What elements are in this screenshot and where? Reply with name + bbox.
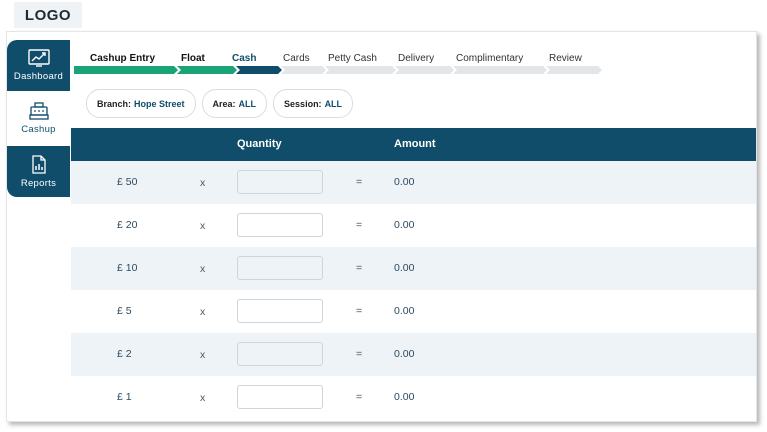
table-row: £ 10 x = 0.00: [71, 247, 756, 290]
multiply-sign: x: [200, 349, 206, 361]
session-filter[interactable]: Session: ALL: [273, 89, 354, 118]
step-cash[interactable]: Cash: [232, 53, 256, 64]
multiply-sign: x: [200, 263, 206, 275]
quantity-input[interactable]: [237, 256, 323, 280]
equals-sign: =: [356, 391, 363, 403]
cash-register-icon: [28, 102, 49, 120]
step-arrow-review: [546, 66, 602, 74]
step-cards[interactable]: Cards: [283, 53, 310, 64]
amount-header: Amount: [394, 138, 436, 150]
table-row: £ 5 x = 0.00: [71, 290, 756, 333]
quantity-input[interactable]: [237, 342, 323, 366]
sidebar-item-reports[interactable]: Reports: [7, 146, 70, 197]
branch-label: Branch:: [97, 98, 132, 109]
session-label: Session:: [284, 98, 322, 109]
quantity-input[interactable]: [237, 299, 323, 323]
amount-value: 0.00: [394, 176, 415, 188]
cash-denomination-table: Quantity Amount £ 50 x = 0.00 £ 20 x = 0…: [71, 128, 756, 419]
step-review[interactable]: Review: [549, 53, 582, 64]
multiply-sign: x: [200, 306, 206, 318]
equals-sign: =: [356, 348, 363, 360]
denomination: £ 50: [117, 176, 138, 188]
equals-sign: =: [356, 262, 363, 274]
multiply-sign: x: [200, 392, 206, 404]
dashboard-chart-icon: [27, 49, 50, 67]
sidebar: Dashboard Cashup Reports: [7, 40, 70, 197]
denomination: £ 2: [117, 348, 132, 360]
table-row: £ 20 x = 0.00: [71, 204, 756, 247]
quantity-input[interactable]: [237, 385, 323, 409]
table-row: £ 1 x = 0.00: [71, 376, 756, 419]
multiply-sign: x: [200, 177, 206, 189]
quantity-input[interactable]: [237, 213, 323, 237]
step-float[interactable]: Float: [181, 53, 205, 64]
step-petty-cash[interactable]: Petty Cash: [328, 53, 377, 64]
branch-filter[interactable]: Branch: Hope Street: [86, 89, 196, 118]
step-arrow-cash: [236, 66, 282, 74]
step-complimentary[interactable]: Complimentary: [456, 53, 523, 64]
table-row: £ 2 x = 0.00: [71, 333, 756, 376]
area-filter[interactable]: Area: ALL: [201, 89, 268, 118]
app-window: Dashboard Cashup Reports Cashup Entry Fl…: [6, 31, 757, 422]
equals-sign: =: [356, 219, 363, 231]
amount-value: 0.00: [394, 391, 415, 403]
step-arrow-petty-cash: [325, 66, 396, 74]
table-row: £ 50 x = 0.00: [71, 161, 756, 204]
denomination: £ 10: [117, 262, 138, 274]
step-arrow-float: [177, 66, 237, 74]
branch-value: Hope Street: [134, 98, 185, 109]
filter-bar: Branch: Hope Street Area: ALL Session: A…: [86, 89, 354, 118]
step-arrow-delivery: [395, 66, 454, 74]
quantity-header: Quantity: [237, 138, 282, 150]
denomination: £ 5: [117, 305, 132, 317]
sidebar-item-label: Reports: [20, 177, 57, 189]
logo-text: LOGO: [24, 6, 72, 24]
sidebar-item-dashboard[interactable]: Dashboard: [7, 40, 70, 91]
session-value: ALL: [324, 98, 343, 109]
equals-sign: =: [356, 176, 363, 188]
quantity-input[interactable]: [237, 170, 323, 194]
report-document-icon: [31, 154, 46, 174]
area-value: ALL: [238, 98, 257, 109]
multiply-sign: x: [200, 220, 206, 232]
step-cashup-entry[interactable]: Cashup Entry: [90, 53, 155, 64]
step-arrow-complimentary: [453, 66, 547, 74]
denomination: £ 20: [117, 219, 138, 231]
sidebar-item-cashup[interactable]: Cashup: [7, 91, 70, 146]
sidebar-item-label: Dashboard: [13, 71, 64, 82]
amount-value: 0.00: [394, 262, 415, 274]
amount-value: 0.00: [394, 305, 415, 317]
denomination: £ 1: [117, 391, 132, 403]
sidebar-item-label: Cashup: [21, 124, 56, 135]
amount-value: 0.00: [394, 219, 415, 231]
step-delivery[interactable]: Delivery: [398, 53, 434, 64]
table-header: Quantity Amount: [71, 128, 756, 161]
equals-sign: =: [356, 305, 363, 317]
stepper-progress-bar: [74, 66, 602, 74]
step-arrow-cards: [281, 66, 326, 74]
amount-value: 0.00: [394, 348, 415, 360]
logo: LOGO: [14, 2, 82, 28]
step-arrow-cashup-entry: [74, 66, 178, 74]
area-label: Area:: [212, 98, 236, 109]
